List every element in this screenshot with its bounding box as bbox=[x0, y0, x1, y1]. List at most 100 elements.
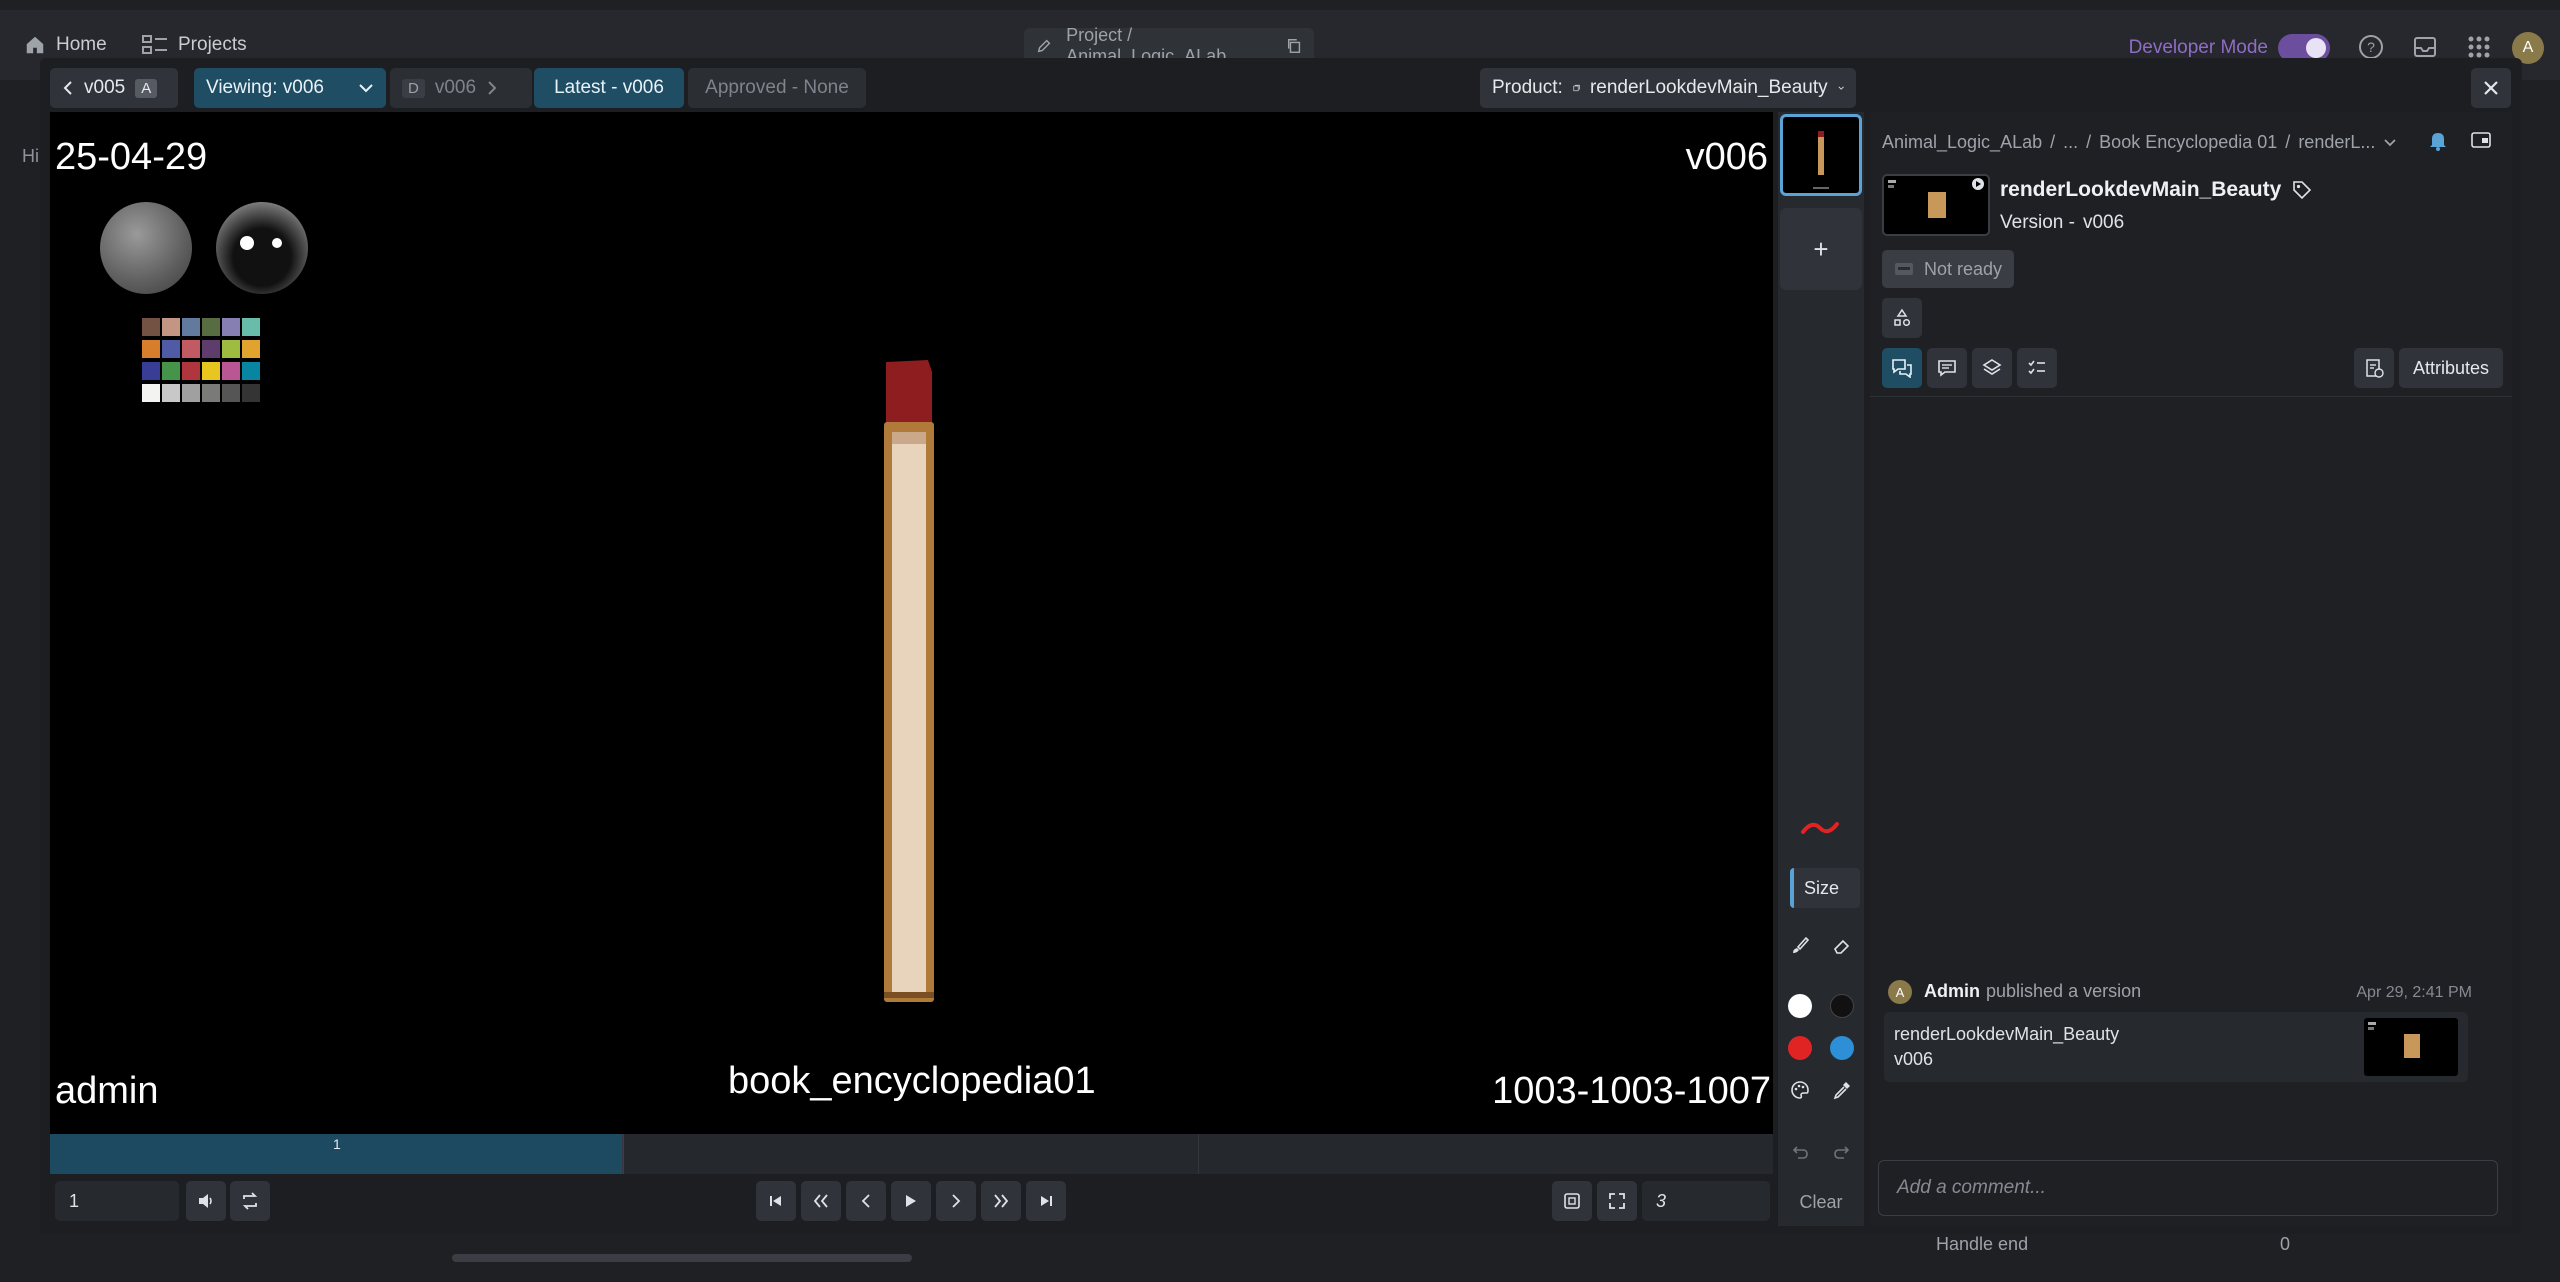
brush-tool[interactable] bbox=[1780, 926, 1820, 966]
chevron-down-icon[interactable] bbox=[2383, 132, 2397, 152]
safe-frame-icon bbox=[1564, 1193, 1580, 1209]
double-chevron-left-icon bbox=[813, 1194, 828, 1208]
step-forward-fast-button[interactable] bbox=[981, 1181, 1021, 1221]
loop-button[interactable] bbox=[230, 1181, 270, 1221]
latest-version-label: Latest - v006 bbox=[554, 77, 664, 98]
breadcrumb-folder[interactable]: Book Encyclopedia 01 bbox=[2099, 132, 2277, 153]
product-name: renderLookdevMain_Beauty bbox=[1589, 77, 1828, 98]
safe-frame-button[interactable] bbox=[1552, 1181, 1592, 1221]
comment-input[interactable]: Add a comment... bbox=[1878, 1160, 2498, 1216]
diff-version-label: v006 bbox=[434, 77, 477, 98]
tab-versions[interactable] bbox=[1972, 348, 2012, 388]
color-swatch-white[interactable] bbox=[1788, 994, 1812, 1018]
viewer-toolbar: v005 A Viewing: v006 D v006 Latest - v00… bbox=[50, 68, 2140, 108]
activity-action: published a version bbox=[1986, 981, 2142, 1001]
add-version-button[interactable]: + bbox=[1780, 208, 1862, 290]
developer-mode-label: Developer Mode bbox=[2128, 37, 2268, 58]
hierarchy-icon bbox=[1894, 308, 1911, 327]
attributes-button[interactable]: Attributes bbox=[2399, 348, 2503, 388]
entity-hierarchy-button[interactable] bbox=[1882, 298, 1922, 338]
approved-version-button[interactable]: Approved - None bbox=[688, 68, 866, 108]
tag-icon[interactable] bbox=[2291, 179, 2313, 201]
activity-version-card[interactable]: renderLookdevMain_Beauty v006 bbox=[1884, 1012, 2468, 1082]
playback-controls: 1 3 bbox=[50, 1176, 1773, 1226]
book-render bbox=[884, 360, 934, 1002]
eyedropper-tool[interactable] bbox=[1822, 1070, 1862, 1110]
color-swatch-blue[interactable] bbox=[1830, 1036, 1854, 1060]
status-icon bbox=[1895, 263, 1913, 275]
timeline-scrubber[interactable]: 1 bbox=[50, 1134, 1773, 1174]
diff-version-button[interactable]: D v006 bbox=[390, 68, 532, 108]
inbox-icon[interactable] bbox=[2412, 34, 2438, 60]
version-overlay: v006 bbox=[1685, 136, 1768, 178]
previous-frame-button[interactable] bbox=[846, 1181, 886, 1221]
tab-checklist[interactable] bbox=[2017, 348, 2057, 388]
panel-layout-icon[interactable] bbox=[2470, 130, 2492, 150]
chevron-right-icon bbox=[488, 81, 497, 95]
undo-icon bbox=[1792, 1146, 1808, 1159]
home-nav[interactable]: Home bbox=[24, 34, 107, 56]
activity-avatar: A bbox=[1888, 980, 1912, 1004]
horizontal-scrollbar[interactable] bbox=[452, 1254, 912, 1262]
breadcrumb-ellipsis[interactable]: ... bbox=[2063, 132, 2078, 153]
apps-grid-icon[interactable] bbox=[2466, 34, 2492, 60]
breadcrumb-product[interactable]: renderL... bbox=[2298, 132, 2375, 153]
grey-ball-reference bbox=[100, 202, 192, 294]
play-button[interactable] bbox=[891, 1181, 931, 1221]
chevron-left-icon bbox=[861, 1194, 870, 1208]
fullscreen-icon bbox=[1609, 1193, 1625, 1209]
chevron-right-icon bbox=[952, 1194, 961, 1208]
projects-nav[interactable]: Projects bbox=[142, 34, 247, 56]
svg-text:?: ? bbox=[2367, 39, 2375, 55]
latest-version-button[interactable]: Latest - v006 bbox=[534, 68, 684, 108]
color-swatch-red[interactable] bbox=[1788, 1036, 1812, 1060]
product-thumbnail[interactable] bbox=[1882, 174, 1990, 236]
eyedropper-icon bbox=[1833, 1082, 1850, 1100]
double-chevron-right-icon bbox=[994, 1194, 1009, 1208]
media-viewport[interactable]: 25-04-29 v006 admin book_encyclopedia01 … bbox=[50, 112, 1773, 1134]
fullscreen-button[interactable] bbox=[1597, 1181, 1637, 1221]
loop-icon bbox=[242, 1192, 258, 1210]
redo-button[interactable] bbox=[1822, 1132, 1862, 1172]
tab-activity[interactable] bbox=[1882, 348, 1922, 388]
background-fragment: Hi bbox=[22, 146, 39, 166]
close-viewer-button[interactable] bbox=[2471, 68, 2511, 108]
viewing-version-dropdown[interactable]: Viewing: v006 bbox=[194, 68, 386, 108]
frame-input[interactable]: 1 bbox=[55, 1181, 179, 1221]
status-badge[interactable]: Not ready bbox=[1882, 250, 2014, 288]
product-dropdown[interactable]: Product: renderLookdevMain_Beauty bbox=[1480, 68, 1856, 108]
skip-start-icon bbox=[770, 1196, 781, 1206]
volume-button[interactable] bbox=[186, 1181, 226, 1221]
product-icon bbox=[1573, 84, 1580, 92]
notification-bell-icon[interactable] bbox=[2426, 128, 2450, 152]
timeline-marker-label: 1 bbox=[333, 1136, 341, 1152]
date-overlay: 25-04-29 bbox=[55, 136, 208, 178]
eraser-icon bbox=[1834, 939, 1850, 954]
brush-size-control[interactable]: Size bbox=[1790, 868, 1860, 908]
help-icon[interactable]: ? bbox=[2358, 34, 2384, 60]
breadcrumb-project[interactable]: Animal_Logic_ALab bbox=[1882, 132, 2042, 153]
step-back-fast-button[interactable] bbox=[801, 1181, 841, 1221]
color-palette-button[interactable] bbox=[1780, 1070, 1820, 1110]
product-name: renderLookdevMain_Beauty bbox=[2000, 178, 2282, 201]
color-swatch-black[interactable] bbox=[1830, 994, 1854, 1018]
chevron-down-icon bbox=[359, 84, 373, 93]
add-attribute-button[interactable] bbox=[2354, 348, 2394, 388]
go-to-start-button[interactable] bbox=[756, 1181, 796, 1221]
eraser-tool[interactable] bbox=[1822, 926, 1862, 966]
home-label: Home bbox=[56, 34, 107, 55]
copy-icon[interactable] bbox=[1286, 37, 1302, 55]
previous-version-button[interactable]: v005 A bbox=[50, 68, 178, 108]
activity-user[interactable]: Admin bbox=[1924, 981, 1980, 1002]
undo-button[interactable] bbox=[1780, 1132, 1820, 1172]
details-panel: Animal_Logic_ALab / ... / Book Encyclopedi… bbox=[1870, 112, 2512, 1226]
fps-input[interactable]: 3 bbox=[1642, 1181, 1770, 1221]
next-frame-button[interactable] bbox=[936, 1181, 976, 1221]
activity-timestamp: Apr 29, 2:41 PM bbox=[2356, 984, 2472, 1001]
version-thumbnail-selected[interactable] bbox=[1780, 114, 1862, 196]
clear-annotations-button[interactable]: Clear bbox=[1790, 1186, 1852, 1218]
tab-comments[interactable] bbox=[1927, 348, 1967, 388]
version-strip: + Size Clear bbox=[1778, 112, 1864, 1226]
go-to-end-button[interactable] bbox=[1026, 1181, 1066, 1221]
brush-stroke-preview bbox=[1800, 808, 1840, 848]
